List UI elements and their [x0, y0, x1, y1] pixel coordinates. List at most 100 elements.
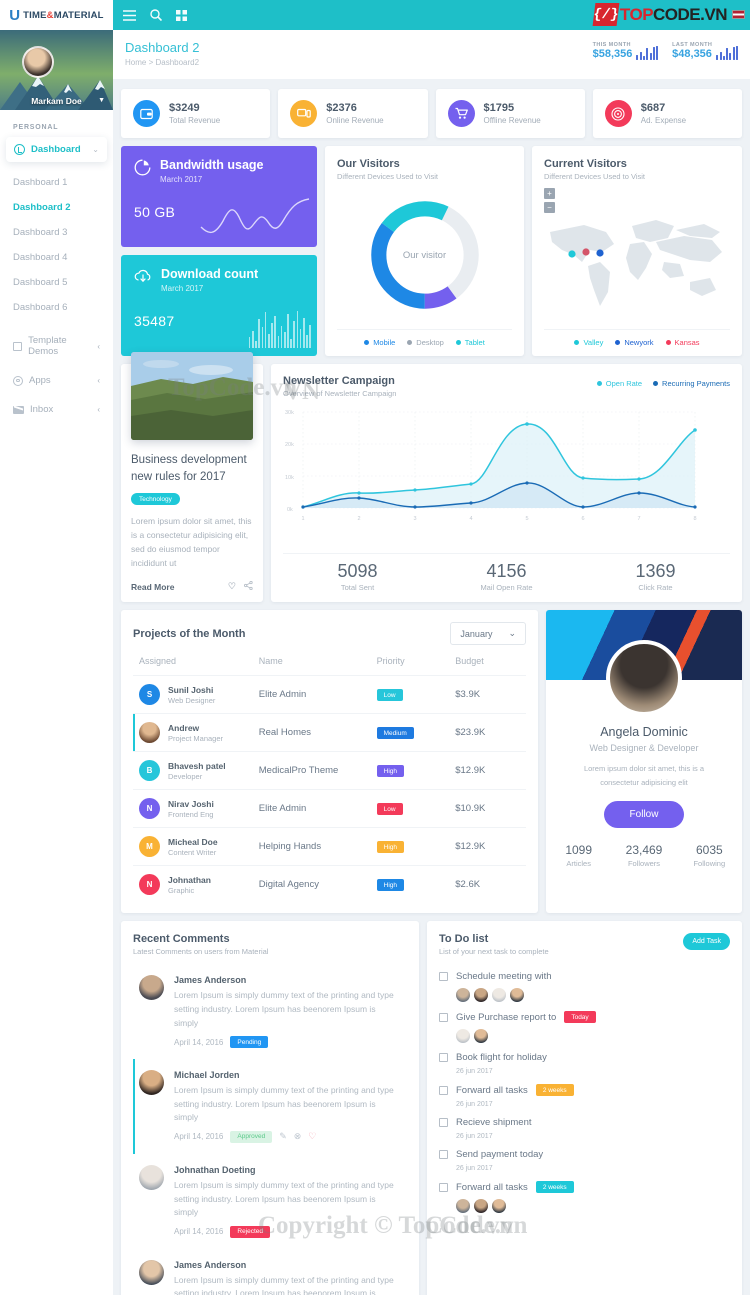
- y-tick-10k: 10k: [285, 475, 294, 481]
- legend-item-tablet[interactable]: Tablet: [455, 338, 485, 347]
- sidebar-item-template-demos[interactable]: Template Demos ‹: [0, 326, 113, 366]
- newsletter-footer-stats: 5098 Total Sent 4156 Mail Open Rate 1369…: [283, 553, 730, 602]
- kpi-total-revenue[interactable]: $3249 Total Revenue: [121, 89, 271, 138]
- blog-category-chip[interactable]: Technology: [131, 493, 180, 506]
- sidebar-dashboard-list: Dashboard 1 Dashboard 2 Dashboard 3 Dash…: [0, 170, 113, 320]
- edit-icon[interactable]: ✎: [279, 1131, 287, 1142]
- avatar: [139, 975, 164, 1001]
- legend-item-open-rate[interactable]: Open Rate: [596, 379, 642, 388]
- project-budget: $12.9K: [455, 751, 526, 790]
- target-icon: [604, 100, 632, 127]
- checkbox[interactable]: [439, 972, 448, 982]
- kpi-ad-expense[interactable]: $687 Ad. Expense: [592, 89, 742, 138]
- tile-bandwidth-usage[interactable]: Bandwidth usage March 2017 50 GB: [121, 146, 317, 247]
- sidebar-profile[interactable]: Markam Doe ▼: [0, 30, 113, 110]
- tile-subtitle: March 2017: [161, 283, 204, 293]
- list-item[interactable]: Forward all tasks 2 weeks: [439, 1172, 730, 1214]
- hamburger-icon[interactable]: [123, 9, 136, 21]
- legend-item-valley[interactable]: Valley: [574, 338, 603, 347]
- project-budget: $2.6K: [455, 865, 526, 904]
- sidebar-item-dashboard-1[interactable]: Dashboard 1: [0, 170, 113, 195]
- sidebar-item-dashboard-4[interactable]: Dashboard 4: [0, 245, 113, 270]
- close-circle-icon[interactable]: ⊗: [294, 1131, 302, 1142]
- status-badge: Rejected: [230, 1225, 271, 1238]
- legend-item-kansas[interactable]: Kansas: [665, 338, 700, 347]
- blog-newsletter-row: Business development new rules for 2017 …: [121, 352, 742, 603]
- list-item[interactable]: Schedule meeting with: [439, 962, 730, 1003]
- landscape-photo: [131, 352, 253, 440]
- month-select[interactable]: January ⌄: [450, 622, 526, 646]
- follow-button[interactable]: Follow: [603, 800, 685, 828]
- col-assigned: Assigned: [139, 656, 177, 667]
- area-chart: 30k 20k 10k 0k 1 2 3 4 5 6 7 8: [283, 404, 730, 529]
- stat-value: $48,356: [672, 48, 712, 60]
- list-item[interactable]: Forward all tasks 2 weeks 26 jun 2017: [439, 1075, 730, 1108]
- table-row[interactable]: B Bhavesh patel Developer MedicalPro Theme…: [133, 751, 526, 790]
- chevron-down-icon[interactable]: ▼: [98, 97, 105, 104]
- checkbox[interactable]: [439, 1012, 448, 1022]
- list-item[interactable]: Recieve shipment 26 jun 2017: [439, 1108, 730, 1140]
- project-name: Elite Admin: [258, 675, 377, 714]
- sidebar-item-apps[interactable]: Apps ‹: [0, 366, 113, 395]
- sidebar-item-dashboard-6[interactable]: Dashboard 6: [0, 295, 113, 320]
- card-current-visitors: Current Visitors Different Devices Used …: [532, 146, 742, 356]
- table-row[interactable]: Andrew Project Manager Real Homes Medium …: [133, 713, 526, 752]
- legend-item-newyork[interactable]: Newyork: [615, 338, 654, 347]
- avatar: [492, 1199, 506, 1214]
- map-marker-kansas: [582, 248, 590, 256]
- avatar: [456, 1199, 470, 1214]
- stat-label: Click Rate: [638, 583, 673, 593]
- list-item[interactable]: Give Purchase report to Today: [439, 1002, 730, 1044]
- sidebar-item-dashboard-5[interactable]: Dashboard 5: [0, 270, 113, 295]
- table-row[interactable]: M Micheal Doe Content Writer Helping Hands…: [133, 827, 526, 866]
- donut-chart: Our visitor: [337, 181, 512, 329]
- todo-date: 26 jun 2017: [456, 1068, 493, 1076]
- read-more-link[interactable]: Read More: [131, 582, 174, 592]
- priority-badge: Low: [376, 689, 403, 702]
- table-row[interactable]: N Johnathan Graphic Digital Agency High $2…: [133, 865, 526, 904]
- list-item[interactable]: Send payment today 26 jun 2017: [439, 1140, 730, 1172]
- heart-icon[interactable]: ♡: [228, 581, 236, 592]
- sidebar-item-label: Template Demos: [28, 335, 67, 357]
- sidebar-item-dashboard-2[interactable]: Dashboard 2: [0, 195, 113, 220]
- checkbox[interactable]: [439, 1118, 448, 1128]
- list-item[interactable]: Johnathan Doeting Lorem Ipsum is simply …: [133, 1154, 407, 1249]
- checkbox[interactable]: [439, 1053, 448, 1063]
- breadcrumb-home[interactable]: Home: [125, 58, 146, 67]
- sidebar-item-inbox[interactable]: Inbox ‹: [0, 395, 113, 424]
- blog-title[interactable]: Business development new rules for 2017: [131, 452, 253, 485]
- list-item[interactable]: James Anderson Lorem Ipsum is simply dum…: [133, 964, 407, 1059]
- sidebar-item-label: Inbox: [30, 404, 54, 415]
- kpi-online-revenue[interactable]: $2376 Online Revenue: [278, 89, 428, 138]
- tile-download-count[interactable]: Download count March 2017 35487: [121, 255, 317, 356]
- add-task-button[interactable]: Add Task: [683, 933, 730, 951]
- avatar: [474, 1199, 488, 1214]
- share-icon[interactable]: [243, 581, 253, 592]
- heart-icon[interactable]: ♡: [308, 1131, 316, 1142]
- checkbox[interactable]: [439, 1085, 448, 1095]
- sidebar-item-dashboard[interactable]: Dashboard ⌄: [6, 137, 107, 162]
- list-item[interactable]: Michael Jorden Lorem Ipsum is simply dum…: [133, 1059, 407, 1154]
- todo-badge: Today: [564, 1011, 596, 1024]
- legend-item-mobile[interactable]: Mobile: [364, 338, 395, 347]
- world-map[interactable]: [544, 210, 730, 329]
- list-item[interactable]: James Anderson Lorem Ipsum is simply dum…: [133, 1249, 407, 1295]
- comments-list: James Anderson Lorem Ipsum is simply dum…: [133, 964, 407, 1295]
- search-icon[interactable]: [150, 9, 162, 21]
- list-item[interactable]: Book flight for holiday 26 jun 2017: [439, 1043, 730, 1075]
- legend-item-recurring-payments[interactable]: Recurring Payments: [653, 379, 730, 388]
- zoom-in-button[interactable]: +: [544, 188, 555, 199]
- table-row[interactable]: S Sunil Joshi Web Designer Elite Admin Low…: [133, 675, 526, 714]
- card-title: Recent Comments: [133, 933, 230, 946]
- project-name: Real Homes: [258, 713, 377, 752]
- area-chart-svg: 30k 20k 10k 0k 1 2 3 4 5 6 7 8: [285, 410, 697, 522]
- sidebar-item-dashboard-3[interactable]: Dashboard 3: [0, 220, 113, 245]
- checkbox[interactable]: [439, 1182, 448, 1192]
- brand-logo-area[interactable]: U TIME&MATERIAL: [0, 0, 113, 30]
- legend-item-desktop[interactable]: Desktop: [407, 338, 444, 347]
- checkbox[interactable]: [439, 1150, 448, 1160]
- kpi-offline-revenue[interactable]: $1795 Offline Revenue: [435, 89, 585, 138]
- chevron-down-icon: ⌄: [92, 145, 99, 154]
- table-row[interactable]: N Nirav Joshi Frontend Eng Elite Admin Low…: [133, 789, 526, 828]
- grid-icon[interactable]: [176, 9, 187, 21]
